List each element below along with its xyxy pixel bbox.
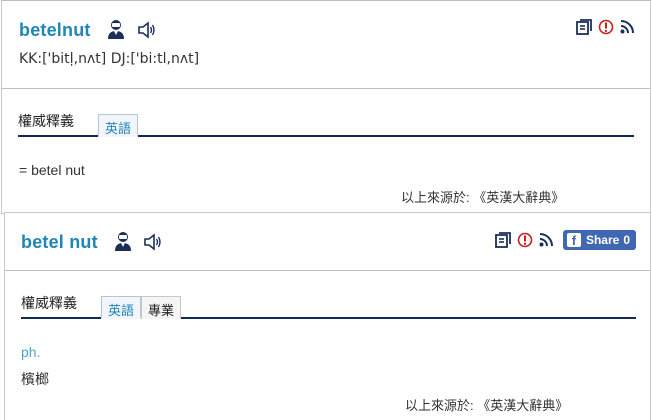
- source-tabs: 英語: [98, 114, 139, 137]
- save-icon[interactable]: [495, 232, 511, 248]
- tab-english[interactable]: 英語: [101, 296, 142, 319]
- entry-header: betel nut f Share 0: [5, 213, 650, 271]
- part-of-speech: ph.: [21, 344, 41, 360]
- section-header: 權威釋義 英語: [18, 111, 634, 137]
- dictionary-entry-card: betelnut KK:['bitḷ,nʌt] DJ:['bi:tl,nʌt]: [1, 0, 651, 214]
- rss-icon[interactable]: [620, 20, 634, 34]
- headword: betelnut: [19, 20, 91, 40]
- person-icon[interactable]: [114, 231, 132, 251]
- speaker-icon[interactable]: [137, 21, 157, 39]
- entry-toolbar: f Share 0: [495, 230, 636, 250]
- section-header: 權威釋義 英語 專業: [21, 293, 636, 319]
- source-tabs: 英語 專業: [101, 296, 182, 319]
- save-icon[interactable]: [576, 19, 592, 35]
- facebook-share-button[interactable]: f Share 0: [562, 230, 636, 250]
- section-title: 權威釋義: [21, 295, 77, 311]
- entry-header: betelnut KK:['bitḷ,nʌt] DJ:['bi:tl,nʌt]: [2, 1, 650, 89]
- entry-toolbar: [576, 19, 634, 35]
- person-icon[interactable]: [107, 19, 125, 39]
- tab-professional[interactable]: 專業: [141, 296, 182, 319]
- headword: betel nut: [21, 232, 98, 252]
- dictionary-entry-card: betel nut f Share 0 權威釋義 英語 專業 ph. 檳榔 以上…: [4, 212, 651, 420]
- section-title: 權威釋義: [18, 113, 74, 129]
- share-count: 0: [623, 233, 630, 247]
- source-citation: 以上來源於: 《英漢大辭典》: [401, 190, 565, 205]
- definition-text: = betel nut: [19, 162, 85, 178]
- speaker-icon[interactable]: [143, 233, 163, 251]
- source-citation: 以上來源於: 《英漢大辭典》: [405, 398, 569, 413]
- tab-english[interactable]: 英語: [98, 114, 139, 137]
- report-icon[interactable]: [517, 232, 533, 248]
- phonetic-transcription: KK:['bitḷ,nʌt] DJ:['bi:tl,nʌt]: [19, 51, 200, 67]
- facebook-icon: f: [566, 233, 581, 247]
- share-label: Share: [585, 233, 620, 247]
- definition-text: 檳榔: [21, 371, 49, 387]
- report-icon[interactable]: [598, 19, 614, 35]
- rss-icon[interactable]: [539, 233, 553, 247]
